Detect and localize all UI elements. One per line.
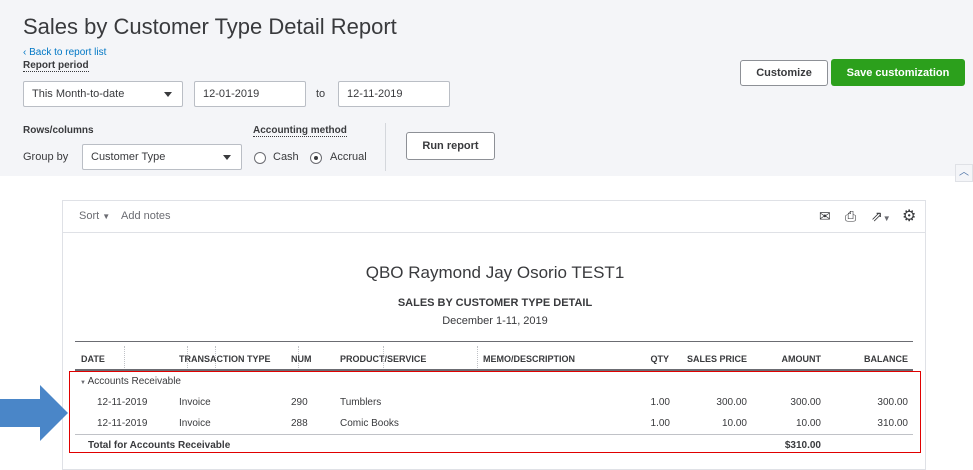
cell-date: 12-11-2019 (97, 397, 148, 408)
print-icon[interactable]: ⎙ (845, 208, 856, 225)
report-period-label: Report period (23, 60, 89, 72)
group-by-label: Group by (23, 151, 69, 163)
chevron-down-icon (164, 92, 172, 97)
sort-button[interactable]: Sort ▼ (79, 210, 110, 222)
cell-product: Comic Books (340, 418, 399, 429)
table-top-rule (75, 341, 913, 342)
cell-amount: 300.00 (790, 397, 821, 408)
cell-product: Tumblers (340, 397, 382, 408)
pointer-arrow-icon (0, 385, 68, 441)
cell-price: 300.00 (716, 397, 747, 408)
cell-price: 10.00 (721, 418, 747, 429)
cell-balance: 310.00 (877, 418, 908, 429)
cell-type[interactable]: Invoice (179, 397, 211, 408)
divider (385, 123, 386, 171)
column-amount[interactable]: AMOUNT (750, 354, 822, 364)
cash-label: Cash (273, 151, 299, 163)
accrual-label: Accrual (330, 151, 367, 163)
to-date-input[interactable]: 12-11-2019 (338, 81, 450, 107)
company-name: QBO Raymond Jay Osorio TEST1 (365, 263, 625, 282)
cell-num: 290 (291, 397, 308, 408)
to-label: to (316, 88, 326, 100)
run-report-button[interactable]: Run report (406, 132, 495, 160)
accounting-method-label: Accounting method (253, 125, 347, 137)
report-toolbar: Sort ▼ Add notes ✉ ⎙ ⇗▼ ⚙ (63, 201, 925, 233)
page-title: Sales by Customer Type Detail Report (23, 14, 397, 39)
cell-date: 12-11-2019 (97, 418, 148, 429)
report-date-range: December 1-11, 2019 (442, 315, 548, 327)
back-to-report-list-link[interactable]: ‹ Back to report list (23, 47, 106, 58)
column-memo[interactable]: MEMO/DESCRIPTION (483, 354, 575, 364)
column-transaction-type[interactable]: TRANSACTION TYPE (179, 354, 271, 364)
rows-columns-label: Rows/columns (23, 125, 94, 136)
email-icon[interactable]: ✉ (819, 208, 831, 225)
cell-qty: 1.00 (650, 418, 670, 429)
column-num[interactable]: NUM (291, 354, 312, 364)
total-label: Total for Accounts Receivable (88, 440, 231, 451)
gear-icon[interactable]: ⚙ (902, 206, 916, 226)
column-sales-price[interactable]: SALES PRICE (670, 354, 747, 364)
group-row-accounts-receivable[interactable]: ▼ Accounts Receivable (80, 376, 181, 387)
group-by-select[interactable]: Customer Type (82, 144, 242, 170)
column-qty[interactable]: QTY (600, 354, 669, 364)
total-rule (75, 434, 913, 435)
column-product-service[interactable]: PRODUCT/SERVICE (340, 354, 426, 364)
column-date[interactable]: DATE (81, 354, 105, 364)
export-icon[interactable]: ⇗▼ (871, 208, 891, 225)
caret-down-icon: ▼ (102, 212, 111, 221)
collapse-caret-icon: ▼ (80, 380, 88, 386)
scroll-up-button[interactable]: ︿ (955, 164, 973, 182)
cell-type[interactable]: Invoice (179, 418, 211, 429)
column-balance[interactable]: BALANCE (830, 354, 908, 364)
report-period-select[interactable]: This Month-to-date (23, 81, 183, 107)
add-notes-button[interactable]: Add notes (121, 210, 171, 222)
cell-num: 288 (291, 418, 308, 429)
cell-balance: 300.00 (877, 397, 908, 408)
report-title: SALES BY CUSTOMER TYPE DETAIL (397, 297, 593, 309)
save-customization-button[interactable]: Save customization (831, 59, 965, 86)
cell-qty: 1.00 (650, 397, 670, 408)
total-amount[interactable]: $310.00 (750, 440, 821, 451)
cash-radio[interactable] (254, 152, 266, 164)
from-date-input[interactable]: 12-01-2019 (194, 81, 306, 107)
cell-amount: 10.00 (795, 418, 821, 429)
accrual-radio[interactable] (310, 152, 322, 164)
chevron-down-icon (223, 155, 231, 160)
customize-button[interactable]: Customize (740, 60, 828, 86)
